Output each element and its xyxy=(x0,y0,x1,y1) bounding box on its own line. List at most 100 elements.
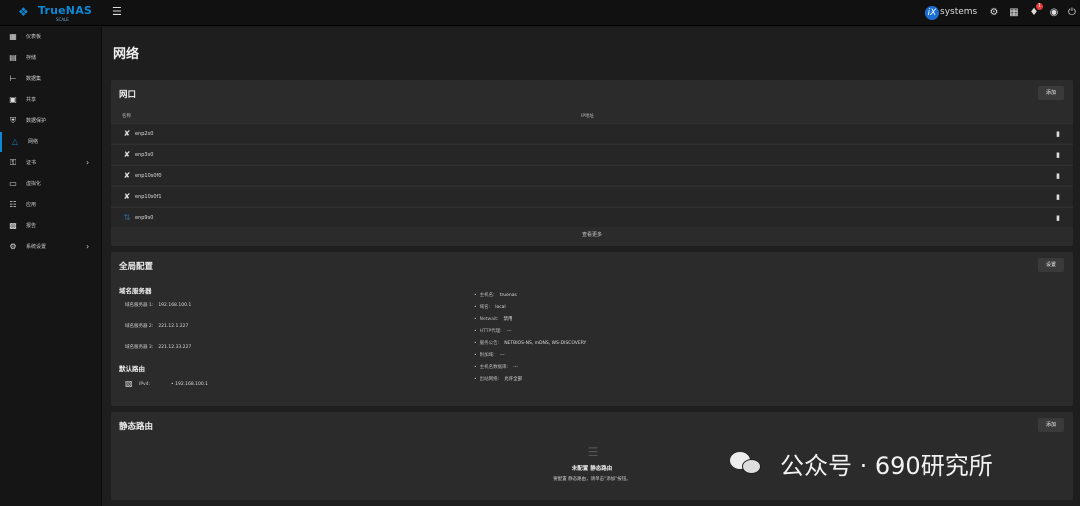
truecommand-icon[interactable]: ⚙ xyxy=(988,6,1000,20)
sidebar-item-apps[interactable]: ☷ 应用 xyxy=(0,195,102,215)
trash-icon[interactable]: ▮ xyxy=(1054,213,1062,223)
sidebar-item-shares[interactable]: ▣ 共享 xyxy=(0,90,102,110)
sidebar-item-label: 共享 xyxy=(26,97,37,103)
view-more-link[interactable]: 查看更多 xyxy=(111,231,1073,238)
reports-icon: ▩ xyxy=(9,221,17,230)
watermark-text: 公众号 · 690研究所 xyxy=(780,452,993,480)
info-value: 禁用 xyxy=(503,317,513,322)
table-row[interactable]: ✘ enp10s0f0 ▮ xyxy=(111,165,1073,185)
trash-icon[interactable]: ▮ xyxy=(1054,129,1062,139)
apps-icon: ☷ xyxy=(9,200,17,209)
link-off-icon: ✘ xyxy=(123,150,131,159)
dns-label: 域名服务器 1: xyxy=(125,303,154,308)
page-title: 网络 xyxy=(113,47,140,62)
sidebar-item-reports[interactable]: ▩ 报告 xyxy=(0,216,102,236)
info-item: • 域名: local xyxy=(474,305,506,310)
ixsystems-logo-icon: iX xyxy=(925,6,939,20)
trash-icon[interactable]: ▮ xyxy=(1054,171,1062,181)
static-routes-title: 静态路由 xyxy=(119,422,154,432)
dns-value: 192.168.100.1 xyxy=(158,303,192,308)
dns-heading: 域名服务器 xyxy=(119,287,152,295)
info-value: truenas xyxy=(499,293,517,298)
dns-entry: 域名服务器 1: 192.168.100.1 xyxy=(125,302,191,308)
info-label: 出站网络: xyxy=(479,377,500,382)
link-off-icon: ✘ xyxy=(123,171,131,180)
info-value: 允许全部 xyxy=(504,377,523,382)
table-row[interactable]: ✘ enp10s0f1 ▮ xyxy=(111,186,1073,206)
global-config-card: 全局配置 设置 域名服务器 域名服务器 1: 192.168.100.1 域名服务… xyxy=(111,252,1073,406)
ixsystems-logo[interactable]: iX systems xyxy=(925,5,978,21)
sidebar-item-label: 应用 xyxy=(26,202,37,208)
dns-value: 221.12.33.227 xyxy=(158,345,192,350)
sidebar-item-label: 网络 xyxy=(28,139,39,145)
info-value: local xyxy=(495,305,506,310)
clipboard-icon[interactable]: ▦ xyxy=(1008,6,1020,20)
sidebar-item-system-settings[interactable]: ⚙ 系统设置 › xyxy=(0,237,102,257)
interface-name: enp10s0f0 xyxy=(135,173,162,179)
chevron-right-icon: › xyxy=(86,158,90,167)
router-icon: ▧ xyxy=(125,379,133,388)
default-route-entry: ▧ IPv4: • 192.168.100.1 xyxy=(125,379,245,391)
global-config-title: 全局配置 xyxy=(119,262,154,272)
sidebar-item-label: 仪表板 xyxy=(26,34,42,40)
info-label: HTTP代理: xyxy=(479,329,502,334)
table-row[interactable]: ✘ enp2s0 ▮ xyxy=(111,123,1073,143)
trash-icon[interactable]: ▮ xyxy=(1054,192,1062,202)
empty-list-icon: ☰ xyxy=(587,445,599,459)
route-value: • 192.168.100.1 xyxy=(171,382,209,387)
sidebar-item-data-protection[interactable]: ⛨ 数据保护 xyxy=(0,111,102,131)
link-off-icon: ✘ xyxy=(123,192,131,201)
shield-icon: ⛨ xyxy=(10,116,16,125)
info-value: --- xyxy=(513,365,519,370)
sidebar-item-network[interactable]: △ 网络 xyxy=(0,132,102,152)
trash-icon[interactable]: ▮ xyxy=(1054,150,1062,160)
truenas-logo-icon: ❖ xyxy=(18,5,29,19)
vendor-name: systems xyxy=(940,7,978,17)
power-icon[interactable]: ⏻ xyxy=(1066,6,1078,20)
add-static-route-button[interactable]: 添加 xyxy=(1038,418,1064,432)
sidebar-item-label: 存储 xyxy=(26,55,37,61)
info-label: 域名: xyxy=(479,305,491,310)
info-item: • 服务公告: NETBIOS-NS, mDNS, WS-DISCOVERY xyxy=(474,341,587,346)
sidebar-item-storage[interactable]: ▤ 存储 xyxy=(0,48,102,68)
brand-sub: SCALE xyxy=(56,17,69,22)
info-label: Netwait: xyxy=(479,317,499,322)
table-row[interactable]: ✘ enp3s0 ▮ xyxy=(111,144,1073,164)
info-value: NETBIOS-NS, mDNS, WS-DISCOVERY xyxy=(504,341,587,346)
sidebar-item-certificates[interactable]: ⚿ 证书 › xyxy=(0,153,102,173)
top-bar: ❖ TrueNAS SCALE ☰ iX systems ⚙ ▦ ♦ 1 ◉ ⏻ xyxy=(0,0,1080,26)
info-item: • 附加域: --- xyxy=(474,353,505,358)
sidebar-item-datasets[interactable]: ⊢ 数据集 xyxy=(0,69,102,89)
main-content: 网络 网口 添加 名称 IP地址 ✘ enp2s0 ▮ ✘ enp3s0 ▮ ✘… xyxy=(102,27,1080,506)
info-item: • Netwait: 禁用 xyxy=(474,317,513,322)
dns-label: 域名服务器 2: xyxy=(125,324,154,329)
dns-entry: 域名服务器 2: 221.12.1.227 xyxy=(125,323,188,329)
sidebar-item-label: 报告 xyxy=(26,223,37,229)
dns-value: 221.12.1.227 xyxy=(158,324,189,329)
add-interface-button[interactable]: 添加 xyxy=(1038,86,1064,100)
info-label: 服务公告: xyxy=(479,341,500,346)
info-value: --- xyxy=(499,353,505,358)
info-label: 主机名数据库: xyxy=(479,365,509,370)
settings-button[interactable]: 设置 xyxy=(1038,258,1064,272)
link-icon: ⇅ xyxy=(123,213,131,222)
column-header-name[interactable]: 名称 xyxy=(122,113,131,119)
hamburger-icon[interactable]: ☰ xyxy=(112,6,124,18)
sidebar-item-virtualization[interactable]: ▭ 虚拟化 xyxy=(0,174,102,194)
account-icon[interactable]: ◉ xyxy=(1048,6,1060,20)
sidebar-item-dashboard[interactable]: ▦ 仪表板 xyxy=(0,27,102,47)
info-value: --- xyxy=(506,329,512,334)
gear-icon: ⚙ xyxy=(9,242,17,251)
info-item: • 出站网络: 允许全部 xyxy=(474,377,523,382)
info-label: 主机名: xyxy=(479,293,495,298)
column-header-ip[interactable]: IP地址 xyxy=(581,113,594,119)
dns-label: 域名服务器 3: xyxy=(125,345,154,350)
table-row[interactable]: ⇅ enp9s0 ▮ xyxy=(111,207,1073,227)
sidebar: ▦ 仪表板 ▤ 存储 ⊢ 数据集 ▣ 共享 ⛨ 数据保护 △ 网络 ⚿ 证书 ›… xyxy=(0,27,102,506)
laptop-icon: ▭ xyxy=(9,179,17,188)
default-route-heading: 默认路由 xyxy=(119,365,145,373)
truenas-logo[interactable]: ❖ TrueNAS SCALE xyxy=(18,4,92,22)
interface-name: enp3s0 xyxy=(135,152,154,158)
sidebar-item-label: 数据集 xyxy=(26,76,42,82)
network-icon: △ xyxy=(11,137,19,146)
